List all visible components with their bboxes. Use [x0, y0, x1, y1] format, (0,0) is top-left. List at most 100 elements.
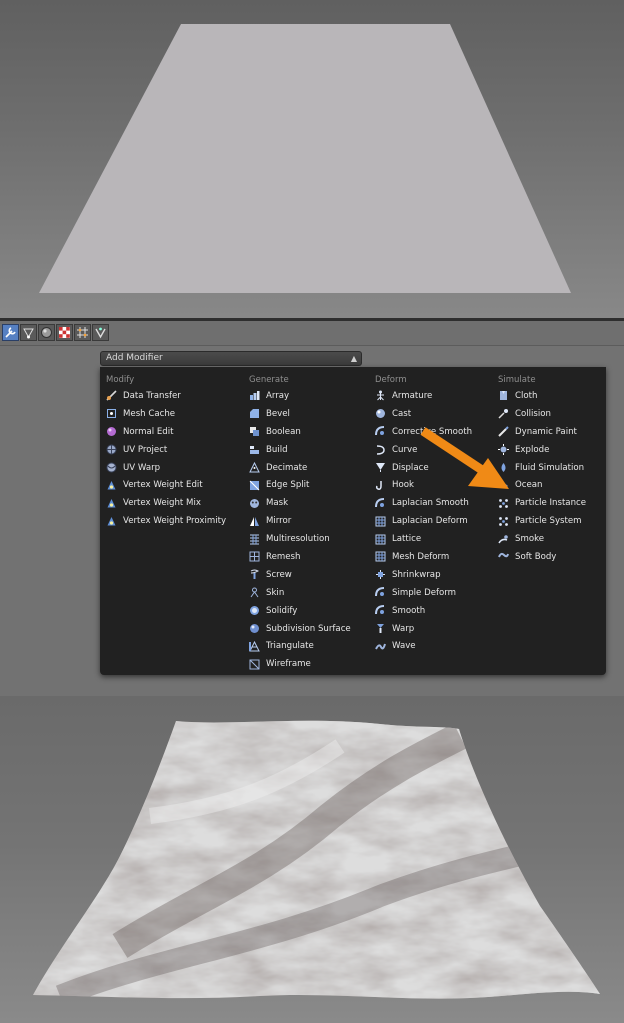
menu-item[interactable]: Fluid Simulation [498, 459, 586, 477]
data-transfer-icon [106, 390, 117, 402]
menu-item-label: Fluid Simulation [515, 462, 585, 473]
menu-item[interactable]: Boolean [249, 423, 351, 441]
menu-item[interactable]: Particle System [498, 512, 586, 530]
menu-item[interactable]: Cast [375, 405, 472, 423]
particles-icon [498, 516, 509, 527]
menu-item[interactable]: Data Transfer [106, 387, 226, 405]
column-header: Deform [375, 375, 407, 385]
menu-column-deform: Deform Armature Cast Corrective Smooth Curv… [375, 373, 472, 655]
menu-item[interactable]: Hook [375, 476, 472, 494]
menu-item[interactable]: Mesh Cache [106, 405, 226, 423]
shrinkwrap-icon [375, 569, 386, 580]
menu-item[interactable]: Wave [375, 637, 472, 655]
menu-item-label: Wave [392, 641, 416, 652]
menu-item[interactable]: Dynamic Paint [498, 423, 586, 441]
menu-item[interactable]: Warp [375, 620, 472, 638]
menu-item-label: Screw [266, 569, 292, 580]
menu-item[interactable]: Simple Deform [375, 584, 472, 602]
armature-icon [375, 390, 386, 401]
material-sphere-icon[interactable] [38, 324, 55, 341]
menu-item[interactable]: Vertex Weight Mix [106, 494, 226, 512]
menu-item[interactable]: Vertex Weight Proximity [106, 512, 226, 530]
viewport-top[interactable] [0, 0, 624, 318]
wave-icon [375, 641, 386, 652]
menu-item[interactable]: Explode [498, 441, 586, 459]
menu-item[interactable]: Laplacian Deform [375, 512, 472, 530]
vertex-weight-icon [106, 516, 117, 527]
menu-item[interactable]: Cloth [498, 387, 586, 405]
menu-item[interactable]: Armature [375, 387, 472, 405]
mesh-cache-icon [106, 408, 117, 419]
menu-item[interactable]: Soft Body [498, 548, 586, 566]
menu-item[interactable]: Mask [249, 494, 351, 512]
menu-item[interactable]: Remesh [249, 548, 351, 566]
menu-item-label: Simple Deform [392, 587, 457, 598]
viewport-bottom[interactable] [0, 696, 624, 1023]
menu-item[interactable]: Mirror [249, 512, 351, 530]
fluid-simulation-icon [498, 462, 509, 473]
multiresolution-icon [249, 534, 260, 545]
menu-item[interactable]: Edge Split [249, 476, 351, 494]
menu-item-label: Triangulate [266, 641, 314, 652]
menu-item-label: Cast [392, 408, 412, 419]
menu-item[interactable]: Ocean [498, 476, 586, 494]
menu-item-label: Explode [515, 444, 550, 455]
edge-split-icon [249, 480, 260, 491]
menu-item-label: Ocean [515, 480, 543, 491]
menu-item[interactable]: Decimate [249, 459, 351, 477]
add-modifier-dropdown[interactable]: Add Modifier ▲︎ [100, 351, 362, 366]
menu-item[interactable]: Curve [375, 441, 472, 459]
column-header: Generate [249, 375, 289, 385]
menu-item[interactable]: Smooth [375, 602, 472, 620]
menu-item-label: Solidify [266, 605, 298, 616]
vertex-icon[interactable] [20, 324, 37, 341]
texture-checker-icon[interactable] [56, 324, 73, 341]
menu-item-label: Cloth [515, 390, 538, 401]
subdivision-surface-icon [249, 623, 260, 634]
menu-item[interactable]: Laplacian Smooth [375, 494, 472, 512]
menu-item[interactable]: Lattice [375, 530, 472, 548]
menu-column-generate: Generate Array Bevel Boolean Build Decimate E… [249, 373, 351, 673]
hook-icon [375, 480, 386, 491]
menu-item[interactable]: UV Warp [106, 459, 226, 477]
menu-item[interactable]: Screw [249, 566, 351, 584]
menu-item[interactable]: Particle Instance [498, 494, 586, 512]
menu-item[interactable]: Multiresolution [249, 530, 351, 548]
menu-item[interactable]: Array [249, 387, 351, 405]
menu-item[interactable]: Normal Edit [106, 423, 226, 441]
smooth-icon [375, 587, 386, 598]
menu-item-label: Armature [392, 390, 433, 401]
menu-item[interactable]: Skin [249, 584, 351, 602]
menu-item[interactable]: Vertex Weight Edit [106, 476, 226, 494]
properties-header [0, 321, 624, 346]
menu-item-label: Remesh [266, 551, 301, 562]
ocean-icon [498, 480, 509, 491]
uv-project-icon [106, 444, 117, 455]
menu-item[interactable]: Solidify [249, 602, 351, 620]
physics-icon[interactable] [92, 324, 109, 341]
menu-item[interactable]: Smoke [498, 530, 586, 548]
menu-item-label: Dynamic Paint [515, 426, 577, 437]
menu-item[interactable]: Collision [498, 405, 586, 423]
menu-item[interactable]: Mesh Deform [375, 548, 472, 566]
menu-item[interactable]: Shrinkwrap [375, 566, 472, 584]
smooth-icon [375, 605, 386, 616]
menu-item[interactable]: Displace [375, 459, 472, 477]
menu-item[interactable]: Triangulate [249, 637, 351, 655]
menu-item-label: Mesh Cache [123, 408, 176, 419]
wrench-icon[interactable] [2, 324, 19, 341]
particles-icon[interactable] [74, 324, 91, 341]
menu-item-label: Shrinkwrap [392, 569, 441, 580]
menu-item[interactable]: Corrective Smooth [375, 423, 472, 441]
menu-item-label: Mask [266, 498, 289, 509]
cloth-icon [498, 390, 509, 401]
menu-item-label: Vertex Weight Mix [123, 498, 201, 509]
menu-item-label: UV Warp [123, 462, 161, 473]
menu-item[interactable]: Build [249, 441, 351, 459]
build-icon [249, 444, 260, 455]
menu-item[interactable]: Bevel [249, 405, 351, 423]
triangulate-icon [249, 640, 260, 652]
menu-item[interactable]: Wireframe [249, 655, 351, 673]
menu-item[interactable]: Subdivision Surface [249, 620, 351, 638]
menu-item[interactable]: UV Project [106, 441, 226, 459]
